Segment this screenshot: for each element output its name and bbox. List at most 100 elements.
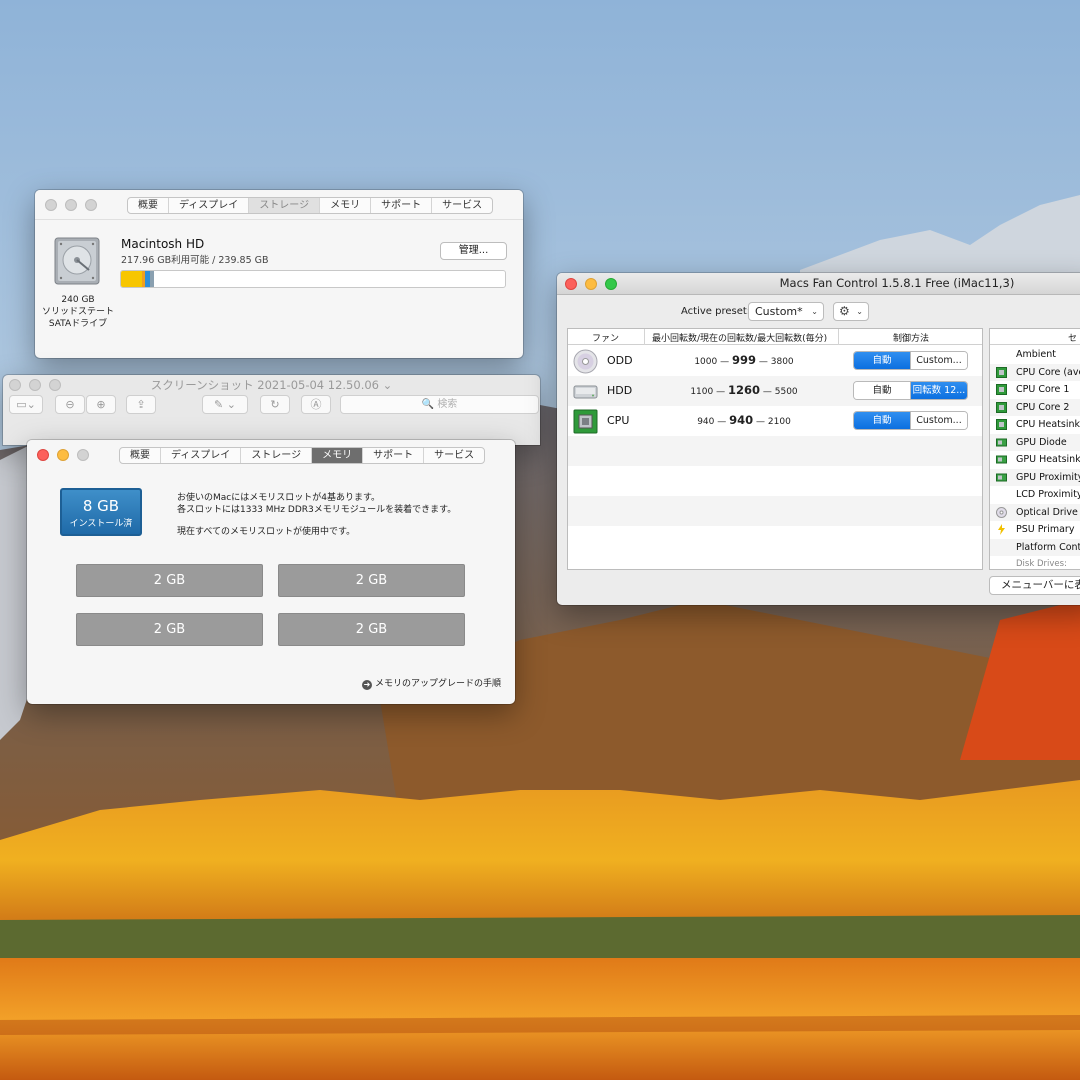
sensor-label: GPU Diode [1016, 436, 1067, 448]
memory-upgrade-label: メモリのアップグレードの手順 [375, 679, 502, 689]
auto-button[interactable]: 自動 [854, 412, 910, 429]
tab-memory[interactable]: メモリ [312, 448, 364, 463]
sensor-row[interactable]: Optical Drive [990, 503, 1080, 521]
menubar-display-button[interactable]: メニューバーに表 [989, 576, 1080, 595]
sensor-row[interactable]: LCD Proximity [990, 486, 1080, 504]
memory-info-line2: 各スロットには1333 MHz DDR3メモリモジュールを装着できます。 [177, 505, 457, 515]
tab-support[interactable]: サポート [363, 448, 425, 463]
tab-memory[interactable]: メモリ [320, 198, 372, 213]
dash: — [720, 357, 730, 367]
sensor-label: CPU Core (ave [1016, 366, 1080, 378]
fan-row-cpu[interactable]: CPU 940 — 940 — 2100 自動 Custom... [568, 406, 982, 436]
tab-display[interactable]: ディスプレイ [169, 198, 250, 213]
share-icon[interactable]: ⇪ [126, 395, 156, 414]
fan-table: ファン 最小回転数/現在の回転数/最大回転数(毎分) 制御方法 ODD 1000… [567, 328, 983, 570]
arrow-right-icon: ➜ [362, 680, 372, 690]
fan-current-speed: 940 [729, 413, 754, 427]
sensor-row[interactable]: GPU Diode [990, 433, 1080, 451]
sensor-row[interactable]: PSU Primary [990, 521, 1080, 539]
manage-button[interactable]: 管理... [440, 242, 507, 260]
sensor-row[interactable]: Ambient [990, 346, 1080, 364]
search-input[interactable]: 🔍 検索 [340, 395, 539, 414]
tab-service[interactable]: サービス [432, 198, 492, 213]
fan-name: ODD [607, 354, 633, 367]
minimize-button[interactable] [65, 199, 77, 211]
cpu-chip-icon [996, 419, 1007, 430]
fan-max-speed: 3800 [770, 357, 794, 367]
sensor-row[interactable]: CPU Core 2 [990, 398, 1080, 416]
gpu-card-icon [996, 438, 1007, 446]
memory-upgrade-link[interactable]: ➜ メモリのアップグレードの手順 [362, 676, 501, 690]
sensor-row[interactable]: Platform Contr [990, 538, 1080, 556]
sensor-row[interactable]: Disk Drives: [990, 556, 1080, 569]
dash: — [717, 417, 727, 427]
annotate-icon[interactable]: Ⓐ [301, 395, 331, 414]
column-speeds[interactable]: 最小回転数/現在の回転数/最大回転数(毎分) [652, 331, 827, 344]
tab-display[interactable]: ディスプレイ [161, 448, 242, 463]
tab-support[interactable]: サポート [371, 198, 433, 213]
empty-row [568, 496, 982, 526]
zoom-button[interactable] [85, 199, 97, 211]
settings-menu-button[interactable]: ⚙ ⌄ [833, 302, 869, 321]
dash: — [762, 387, 772, 397]
sensor-row[interactable]: GPU Proximity [990, 468, 1080, 486]
about-mac-storage-window: 概要 ディスプレイ ストレージ メモリ サポート サービス 240 GB ソリッ… [35, 190, 523, 358]
auto-button[interactable]: 自動 [854, 382, 910, 399]
memory-slot-1: 2 GB [76, 564, 263, 597]
memory-minimize-button[interactable] [57, 449, 69, 461]
memory-window-controls [37, 449, 89, 461]
custom-button[interactable]: Custom... [910, 412, 967, 429]
memory-slot-3: 2 GB [76, 613, 263, 646]
sensor-label: Optical Drive [1016, 506, 1078, 518]
sensor-row[interactable]: CPU Core 1 [990, 381, 1080, 399]
memory-slot-2: 2 GB [278, 564, 465, 597]
memory-tab-bar: 概要 ディスプレイ ストレージ メモリ サポート サービス [119, 447, 486, 464]
column-fan[interactable]: ファン [592, 331, 619, 344]
fan-name: HDD [607, 384, 633, 397]
hard-drive-icon [54, 237, 100, 285]
auto-button[interactable]: 自動 [854, 352, 910, 369]
fan-row-odd[interactable]: ODD 1000 — 999 — 3800 自動 Custom... [568, 346, 982, 376]
tab-storage[interactable]: ストレージ [249, 198, 321, 213]
dash: — [716, 387, 726, 397]
tab-overview[interactable]: 概要 [120, 448, 161, 463]
preview-title[interactable]: スクリーンショット 2021-05-04 12.50.06 ⌄ [3, 377, 540, 393]
macs-fan-control-window: Macs Fan Control 1.5.8.1 Free (iMac11,3)… [557, 273, 1080, 605]
disk-type-line1: ソリッドステート [41, 307, 114, 317]
fan-table-header: ファン 最小回転数/現在の回転数/最大回転数(毎分) 制御方法 [568, 329, 982, 345]
custom-button[interactable]: Custom... [910, 352, 967, 369]
cpu-chip-icon [573, 409, 598, 434]
column-sensors[interactable]: セ [1068, 331, 1077, 344]
sensor-row[interactable]: GPU Heatsink [990, 451, 1080, 469]
rotate-icon[interactable]: ↻ [260, 395, 290, 414]
preview-toolbar: ▭⌄ ⊖ ⊕ ⇪ ✎ ⌄ ↻ Ⓐ 🔍 検索 [9, 395, 539, 415]
storage-tab-bar: 概要 ディスプレイ ストレージ メモリ サポート サービス [127, 197, 494, 214]
disk-name: Macintosh HD [121, 237, 205, 251]
sensor-label: Ambient [1016, 349, 1057, 360]
sidebar-toggle-icon[interactable]: ▭⌄ [9, 395, 43, 414]
storage-titlebar: 概要 ディスプレイ ストレージ メモリ サポート サービス [35, 190, 523, 220]
column-control[interactable]: 制御方法 [893, 331, 929, 344]
empty-row [568, 436, 982, 466]
preset-select[interactable]: Custom* ⌄ [748, 302, 824, 321]
sensor-row[interactable]: CPU Core (ave [990, 363, 1080, 381]
gpu-card-icon [996, 455, 1007, 464]
tab-overview[interactable]: 概要 [128, 198, 169, 213]
zoom-out-icon[interactable]: ⊖ [55, 395, 85, 414]
markup-pen-icon[interactable]: ✎ ⌄ [202, 395, 248, 414]
fan-max-speed: 2100 [767, 417, 791, 427]
memory-close-button[interactable] [37, 449, 49, 461]
tab-service[interactable]: サービス [424, 448, 484, 463]
cpu-chip-icon [996, 366, 1007, 378]
dash: — [756, 417, 766, 427]
empty-row [568, 526, 982, 556]
close-button[interactable] [45, 199, 57, 211]
memory-zoom-button[interactable] [77, 449, 89, 461]
zoom-in-icon[interactable]: ⊕ [86, 395, 116, 414]
fan-window-title: Macs Fan Control 1.5.8.1 Free (iMac11,3) [779, 276, 1015, 290]
sensor-row[interactable]: CPU Heatsink [990, 416, 1080, 434]
gear-icon: ⚙ [839, 304, 850, 318]
tab-storage[interactable]: ストレージ [241, 448, 313, 463]
fan-row-hdd[interactable]: HDD 1100 — 1260 — 5500 自動 回転数 12... [568, 376, 982, 406]
custom-button[interactable]: 回転数 12... [910, 382, 967, 399]
